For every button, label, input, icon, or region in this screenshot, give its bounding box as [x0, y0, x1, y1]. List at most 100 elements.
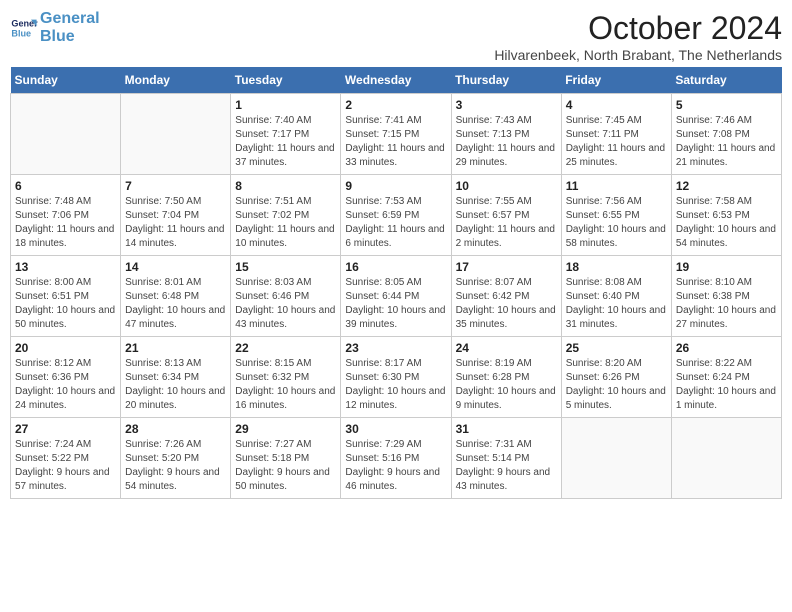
day-info: Sunrise: 7:46 AM Sunset: 7:08 PM Dayligh… [676, 114, 777, 170]
day-info: Sunrise: 8:13 AM Sunset: 6:34 PM Dayligh… [125, 357, 226, 413]
day-info: Sunrise: 7:43 AM Sunset: 7:13 PM Dayligh… [456, 114, 557, 170]
calendar-cell: 10 Sunrise: 7:55 AM Sunset: 6:57 PM Dayli… [451, 175, 561, 256]
day-info: Sunrise: 8:03 AM Sunset: 6:46 PM Dayligh… [235, 276, 336, 332]
calendar-cell: 31 Sunrise: 7:31 AM Sunset: 5:14 PM Dayli… [451, 418, 561, 499]
calendar-table: SundayMondayTuesdayWednesdayThursdayFrid… [10, 67, 782, 499]
day-number: 13 [15, 260, 116, 274]
day-number: 23 [345, 341, 446, 355]
calendar-cell [671, 418, 781, 499]
day-number: 17 [456, 260, 557, 274]
day-info: Sunrise: 7:40 AM Sunset: 7:17 PM Dayligh… [235, 114, 336, 170]
day-number: 11 [566, 179, 667, 193]
day-number: 27 [15, 422, 116, 436]
calendar-week-row: 1 Sunrise: 7:40 AM Sunset: 7:17 PM Daylig… [11, 94, 782, 175]
day-number: 25 [566, 341, 667, 355]
day-number: 14 [125, 260, 226, 274]
calendar-cell [561, 418, 671, 499]
day-number: 16 [345, 260, 446, 274]
calendar-cell: 2Sunrise: 7:41 AM Sunset: 7:15 PM Daylig… [341, 94, 451, 175]
day-info: Sunrise: 8:17 AM Sunset: 6:30 PM Dayligh… [345, 357, 446, 413]
day-info: Sunrise: 8:15 AM Sunset: 6:32 PM Dayligh… [235, 357, 336, 413]
weekday-header: Saturday [671, 67, 781, 94]
calendar-header-row: SundayMondayTuesdayWednesdayThursdayFrid… [11, 67, 782, 94]
calendar-cell: 12 Sunrise: 7:58 AM Sunset: 6:53 PM Dayli… [671, 175, 781, 256]
weekday-header: Sunday [11, 67, 121, 94]
day-info: Sunrise: 7:56 AM Sunset: 6:55 PM Dayligh… [566, 195, 667, 251]
day-info: Sunrise: 8:22 AM Sunset: 6:24 PM Dayligh… [676, 357, 777, 413]
day-info: Sunrise: 8:05 AM Sunset: 6:44 PM Dayligh… [345, 276, 446, 332]
calendar-week-row: 6Sunrise: 7:48 AM Sunset: 7:06 PM Daylig… [11, 175, 782, 256]
calendar-cell: 22 Sunrise: 8:15 AM Sunset: 6:32 PM Dayli… [231, 337, 341, 418]
day-number: 30 [345, 422, 446, 436]
day-number: 24 [456, 341, 557, 355]
logo-icon: General Blue [10, 14, 38, 42]
title-block: October 2024 Hilvarenbeek, North Brabant… [494, 10, 782, 63]
day-info: Sunrise: 7:58 AM Sunset: 6:53 PM Dayligh… [676, 195, 777, 251]
day-number: 8 [235, 179, 336, 193]
weekday-header: Wednesday [341, 67, 451, 94]
calendar-cell: 27 Sunrise: 7:24 AM Sunset: 5:22 PM Dayli… [11, 418, 121, 499]
weekday-header: Friday [561, 67, 671, 94]
day-info: Sunrise: 7:48 AM Sunset: 7:06 PM Dayligh… [15, 195, 116, 251]
day-info: Sunrise: 8:12 AM Sunset: 6:36 PM Dayligh… [15, 357, 116, 413]
day-number: 10 [456, 179, 557, 193]
day-info: Sunrise: 7:26 AM Sunset: 5:20 PM Dayligh… [125, 438, 226, 494]
day-number: 3 [456, 98, 557, 112]
calendar-cell: 7Sunrise: 7:50 AM Sunset: 7:04 PM Daylig… [121, 175, 231, 256]
weekday-header: Monday [121, 67, 231, 94]
calendar-cell: 25 Sunrise: 8:20 AM Sunset: 6:26 PM Dayli… [561, 337, 671, 418]
day-info: Sunrise: 8:00 AM Sunset: 6:51 PM Dayligh… [15, 276, 116, 332]
day-info: Sunrise: 8:08 AM Sunset: 6:40 PM Dayligh… [566, 276, 667, 332]
calendar-cell: 21 Sunrise: 8:13 AM Sunset: 6:34 PM Dayli… [121, 337, 231, 418]
logo-text: GeneralBlue [40, 10, 100, 45]
page-header: General Blue GeneralBlue October 2024 Hi… [10, 10, 782, 63]
calendar-cell: 20 Sunrise: 8:12 AM Sunset: 6:36 PM Dayli… [11, 337, 121, 418]
logo: General Blue GeneralBlue [10, 10, 100, 45]
day-number: 26 [676, 341, 777, 355]
calendar-cell [121, 94, 231, 175]
day-number: 21 [125, 341, 226, 355]
day-number: 9 [345, 179, 446, 193]
day-info: Sunrise: 7:45 AM Sunset: 7:11 PM Dayligh… [566, 114, 667, 170]
day-number: 20 [15, 341, 116, 355]
day-number: 29 [235, 422, 336, 436]
weekday-header: Tuesday [231, 67, 341, 94]
calendar-cell: 9 Sunrise: 7:53 AM Sunset: 6:59 PM Daylig… [341, 175, 451, 256]
day-number: 1 [235, 98, 336, 112]
day-number: 19 [676, 260, 777, 274]
day-number: 12 [676, 179, 777, 193]
calendar-cell: 18Sunrise: 8:08 AM Sunset: 6:40 PM Dayli… [561, 256, 671, 337]
calendar-cell: 5Sunrise: 7:46 AM Sunset: 7:08 PM Daylig… [671, 94, 781, 175]
calendar-cell: 1 Sunrise: 7:40 AM Sunset: 7:17 PM Daylig… [231, 94, 341, 175]
day-info: Sunrise: 8:01 AM Sunset: 6:48 PM Dayligh… [125, 276, 226, 332]
day-info: Sunrise: 8:20 AM Sunset: 6:26 PM Dayligh… [566, 357, 667, 413]
day-info: Sunrise: 7:53 AM Sunset: 6:59 PM Dayligh… [345, 195, 446, 251]
calendar-cell: 6Sunrise: 7:48 AM Sunset: 7:06 PM Daylig… [11, 175, 121, 256]
calendar-cell: 16 Sunrise: 8:05 AM Sunset: 6:44 PM Dayli… [341, 256, 451, 337]
calendar-cell: 26 Sunrise: 8:22 AM Sunset: 6:24 PM Dayli… [671, 337, 781, 418]
weekday-header: Thursday [451, 67, 561, 94]
day-number: 31 [456, 422, 557, 436]
day-info: Sunrise: 7:41 AM Sunset: 7:15 PM Dayligh… [345, 114, 446, 170]
calendar-cell: 3 Sunrise: 7:43 AM Sunset: 7:13 PM Daylig… [451, 94, 561, 175]
calendar-cell: 13 Sunrise: 8:00 AM Sunset: 6:51 PM Dayli… [11, 256, 121, 337]
day-info: Sunrise: 7:27 AM Sunset: 5:18 PM Dayligh… [235, 438, 336, 494]
calendar-cell: 4Sunrise: 7:45 AM Sunset: 7:11 PM Daylig… [561, 94, 671, 175]
day-info: Sunrise: 7:24 AM Sunset: 5:22 PM Dayligh… [15, 438, 116, 494]
day-info: Sunrise: 7:29 AM Sunset: 5:16 PM Dayligh… [345, 438, 446, 494]
svg-text:Blue: Blue [11, 28, 31, 38]
calendar-cell: 14 Sunrise: 8:01 AM Sunset: 6:48 PM Dayli… [121, 256, 231, 337]
calendar-cell: 30 Sunrise: 7:29 AM Sunset: 5:16 PM Dayli… [341, 418, 451, 499]
calendar-cell: 28Sunrise: 7:26 AM Sunset: 5:20 PM Dayli… [121, 418, 231, 499]
day-info: Sunrise: 7:55 AM Sunset: 6:57 PM Dayligh… [456, 195, 557, 251]
calendar-cell [11, 94, 121, 175]
calendar-week-row: 13 Sunrise: 8:00 AM Sunset: 6:51 PM Dayli… [11, 256, 782, 337]
calendar-cell: 17Sunrise: 8:07 AM Sunset: 6:42 PM Dayli… [451, 256, 561, 337]
calendar-cell: 11 Sunrise: 7:56 AM Sunset: 6:55 PM Dayli… [561, 175, 671, 256]
calendar-cell: 23 Sunrise: 8:17 AM Sunset: 6:30 PM Dayli… [341, 337, 451, 418]
day-info: Sunrise: 7:31 AM Sunset: 5:14 PM Dayligh… [456, 438, 557, 494]
day-number: 7 [125, 179, 226, 193]
day-info: Sunrise: 8:10 AM Sunset: 6:38 PM Dayligh… [676, 276, 777, 332]
day-info: Sunrise: 8:19 AM Sunset: 6:28 PM Dayligh… [456, 357, 557, 413]
day-number: 22 [235, 341, 336, 355]
